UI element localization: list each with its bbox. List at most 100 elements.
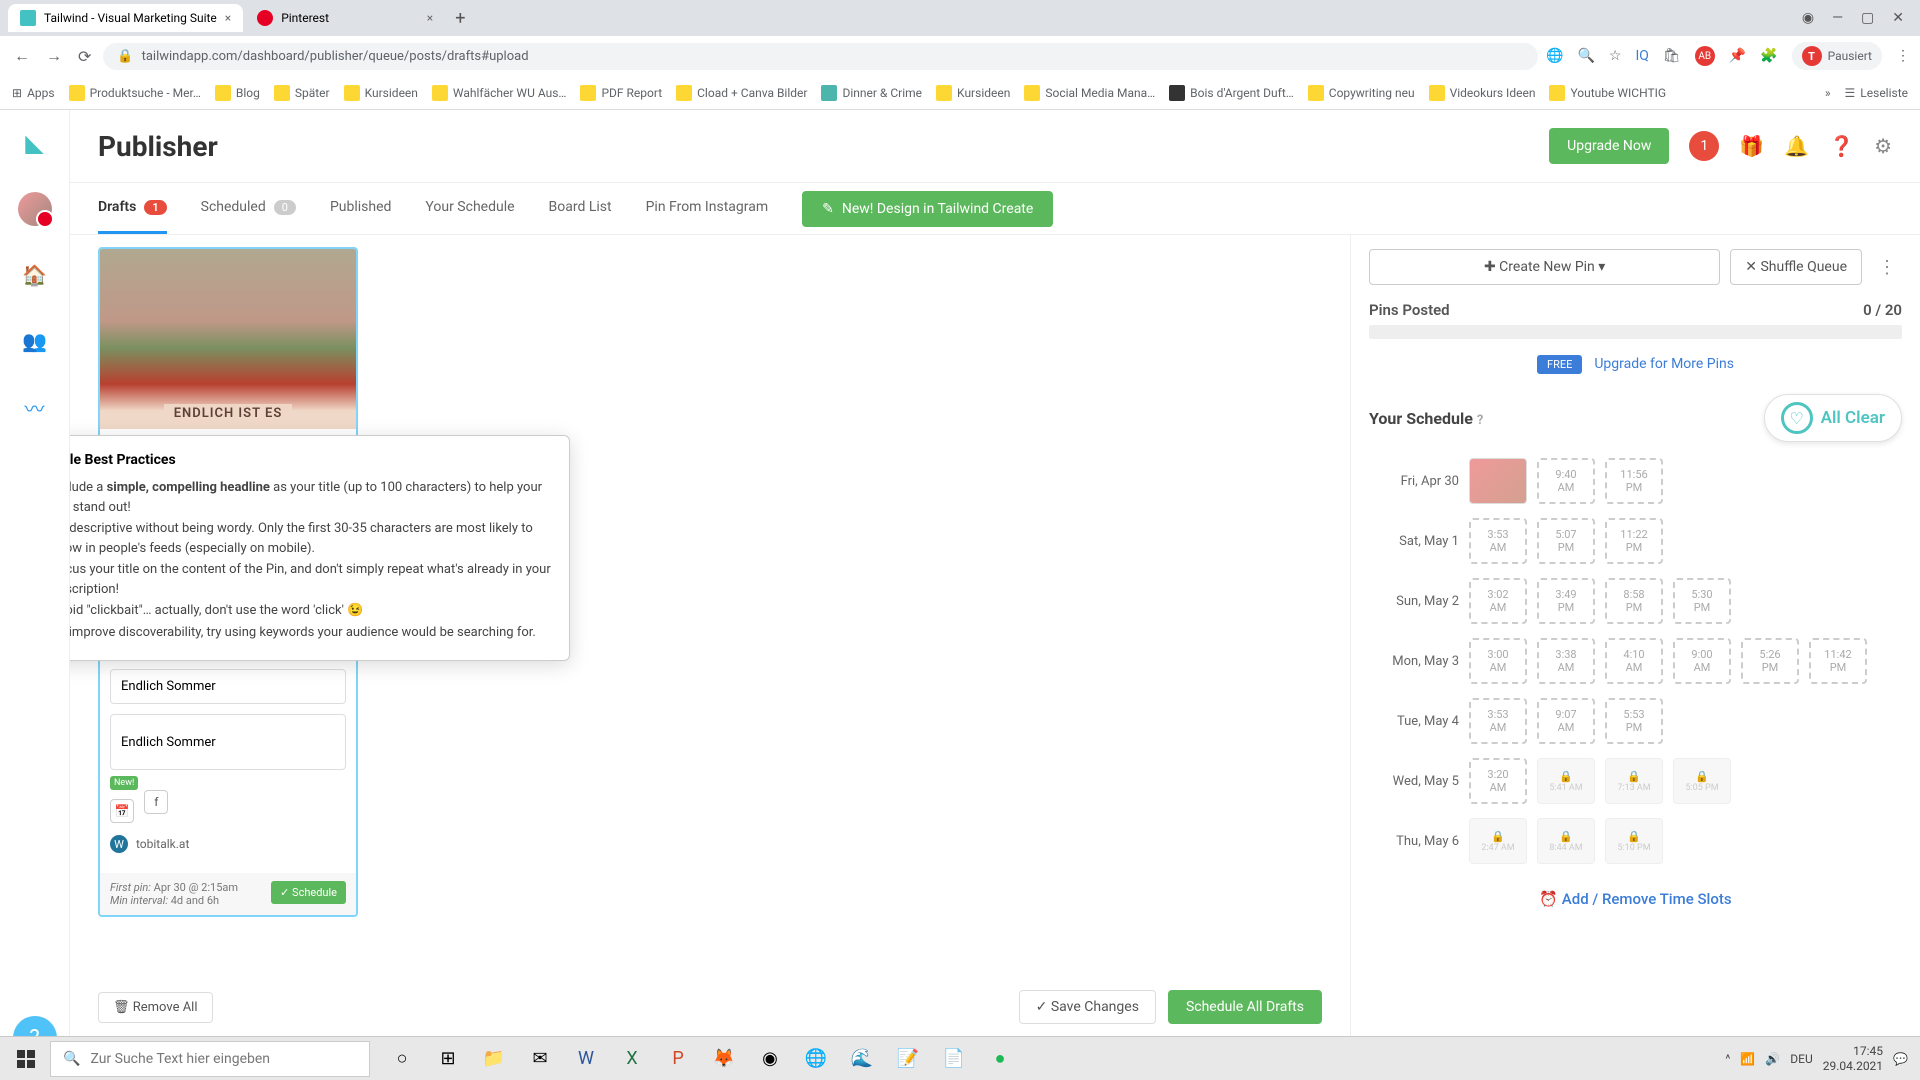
profile-button[interactable]: T Pausiert [1792,42,1882,70]
zoom-icon[interactable]: 🔍 [1577,48,1594,64]
schedule-slot-locked[interactable]: 🔒2:47 AM [1469,818,1527,864]
schedule-slot-empty[interactable]: 5:26PM [1741,638,1799,684]
tailwind-logo[interactable]: ◣ [17,125,53,161]
close-window-icon[interactable]: ✕ [1892,10,1904,26]
pin-description-input[interactable] [110,714,346,770]
account-avatar[interactable] [17,191,53,227]
schedule-slot-empty[interactable]: 3:38AM [1537,638,1595,684]
bookmark-item[interactable]: Social Media Mana… [1024,85,1155,101]
excel-icon[interactable]: X [610,1039,654,1079]
browser-tab-inactive[interactable]: Pinterest × [245,4,445,32]
create-new-pin-button[interactable]: ✚ Create New Pin ▾ [1369,249,1720,285]
bookmark-item[interactable]: Cload + Canva Bilder [676,85,807,101]
translate-icon[interactable]: 🌐 [1546,48,1563,64]
bell-icon[interactable]: 🔔 [1784,134,1809,158]
language-indicator[interactable]: DEU [1790,1052,1812,1066]
chrome-icon[interactable]: 🌐 [794,1039,838,1079]
tab-board-list[interactable]: Board List [549,183,612,234]
facebook-icon[interactable]: f [144,790,168,814]
gear-icon[interactable]: ⚙ [1874,134,1892,158]
file-explorer-icon[interactable]: 📁 [472,1039,516,1079]
star-icon[interactable]: ☆ [1609,48,1622,64]
minimize-icon[interactable]: — [1832,10,1843,26]
schedule-slot-empty[interactable]: 11:56PM [1605,458,1663,504]
schedule-slot-locked[interactable]: 🔒5:41 AM [1537,758,1595,804]
add-remove-time-slots-button[interactable]: ⏰ Add / Remove Time Slots [1369,878,1902,920]
extension-icon[interactable]: 📌 [1729,48,1746,64]
browser-tab-active[interactable]: Tailwind - Visual Marketing Suite × [8,4,243,32]
save-changes-button[interactable]: ✓ Save Changes [1019,990,1156,1024]
obs-icon[interactable]: ◉ [748,1039,792,1079]
bookmark-item[interactable]: Youtube WICHTIG [1549,85,1666,101]
schedule-slot-empty[interactable]: 3:02AM [1469,578,1527,624]
schedule-slot-empty[interactable]: 4:10AM [1605,638,1663,684]
close-icon[interactable]: × [225,11,231,25]
taskbar-search[interactable]: 🔍 Zur Suche Text hier eingeben [50,1041,370,1077]
close-icon[interactable]: × [427,11,433,25]
shuffle-queue-button[interactable]: ✕ Shuffle Queue [1730,249,1862,285]
word-icon[interactable]: W [564,1039,608,1079]
schedule-button[interactable]: ✓ Schedule [271,881,346,904]
schedule-slot-empty[interactable]: 3:53AM [1469,698,1527,744]
help-icon[interactable]: ❓ [1829,134,1854,158]
draft-image[interactable]: ENDLICH IST ES [100,249,356,429]
edge-icon[interactable]: 🌊 [840,1039,884,1079]
bookmark-item[interactable]: Blog [215,85,260,101]
schedule-slot-empty[interactable]: 9:40AM [1537,458,1595,504]
cortana-icon[interactable]: ○ [380,1039,424,1079]
communities-icon[interactable]: 👥 [17,323,53,359]
schedule-slot-empty[interactable]: 3:49PM [1537,578,1595,624]
insights-icon[interactable]: 〰 [17,389,53,425]
design-in-tailwind-create-button[interactable]: ✎ New! Design in Tailwind Create [802,191,1053,227]
schedule-slot-empty[interactable]: 3:20AM [1469,758,1527,804]
remove-all-button[interactable]: 🗑 Remove All [98,992,213,1023]
notifications-badge[interactable]: 1 [1689,131,1719,161]
upgrade-for-more-pins-link[interactable]: Upgrade for More Pins [1594,356,1734,372]
maximize-icon[interactable]: ▢ [1861,10,1874,26]
notepad-icon[interactable]: 📝 [886,1039,930,1079]
schedule-slot-locked[interactable]: 🔒8:44 AM [1537,818,1595,864]
schedule-slot-empty[interactable]: 8:58PM [1605,578,1663,624]
schedule-slot-empty[interactable]: 11:42PM [1809,638,1867,684]
more-options-button[interactable]: ⋮ [1872,249,1902,285]
bookmark-item[interactable]: Später [274,85,330,101]
spotify-icon[interactable]: ● [978,1039,1022,1079]
bookmark-item[interactable]: Copywriting neu [1308,85,1415,101]
schedule-slot-empty[interactable]: 5:30PM [1673,578,1731,624]
schedule-slot-empty[interactable]: 3:00AM [1469,638,1527,684]
calendar-icon[interactable]: 📅 [110,799,134,823]
bookmark-item[interactable]: Wahlfächer WU Aus… [432,85,567,101]
volume-icon[interactable]: 🔊 [1765,1052,1780,1066]
schedule-slot-locked[interactable]: 🔒7:13 AM [1605,758,1663,804]
pin-title-input[interactable] [110,669,346,704]
back-button[interactable]: ← [10,42,34,70]
source-url[interactable]: tobitalk.at [136,837,189,851]
action-center-icon[interactable]: 💬 [1893,1052,1908,1066]
schedule-slot-filled[interactable] [1469,458,1527,504]
schedule-slot-empty[interactable]: 9:07AM [1537,698,1595,744]
powerpoint-icon[interactable]: P [656,1039,700,1079]
home-icon[interactable]: 🏠 [17,257,53,293]
tab-scheduled[interactable]: Scheduled 0 [201,183,296,234]
schedule-slot-empty[interactable]: 5:53PM [1605,698,1663,744]
new-tab-button[interactable]: + [447,4,473,33]
schedule-slot-empty[interactable]: 9:00AM [1673,638,1731,684]
tab-published[interactable]: Published [330,183,391,234]
adblock-icon[interactable]: AB [1695,46,1715,66]
task-view-icon[interactable]: ⊞ [426,1039,470,1079]
app-icon[interactable]: 📄 [932,1039,976,1079]
wifi-icon[interactable]: 📶 [1740,1052,1755,1066]
schedule-all-drafts-button[interactable]: Schedule All Drafts [1168,990,1322,1024]
help-icon[interactable]: ? [1477,413,1483,428]
bookmark-item[interactable]: Videokurs Ideen [1429,85,1536,101]
bookmark-item[interactable]: Produktsuche - Mer… [69,85,201,101]
forward-button[interactable]: → [42,42,66,70]
extensions-button[interactable]: 🧩 [1760,48,1777,64]
gift-icon[interactable]: 🎁 [1739,134,1764,158]
upgrade-now-button[interactable]: Upgrade Now [1549,128,1669,164]
reload-button[interactable]: ⟳ [74,43,95,70]
bookmark-item[interactable]: Bois d'Argent Duft… [1169,85,1294,101]
bookmark-item[interactable]: PDF Report [580,85,662,101]
clock[interactable]: 17:45 29.04.2021 [1823,1044,1883,1073]
account-icon[interactable]: ◉ [1802,10,1814,26]
